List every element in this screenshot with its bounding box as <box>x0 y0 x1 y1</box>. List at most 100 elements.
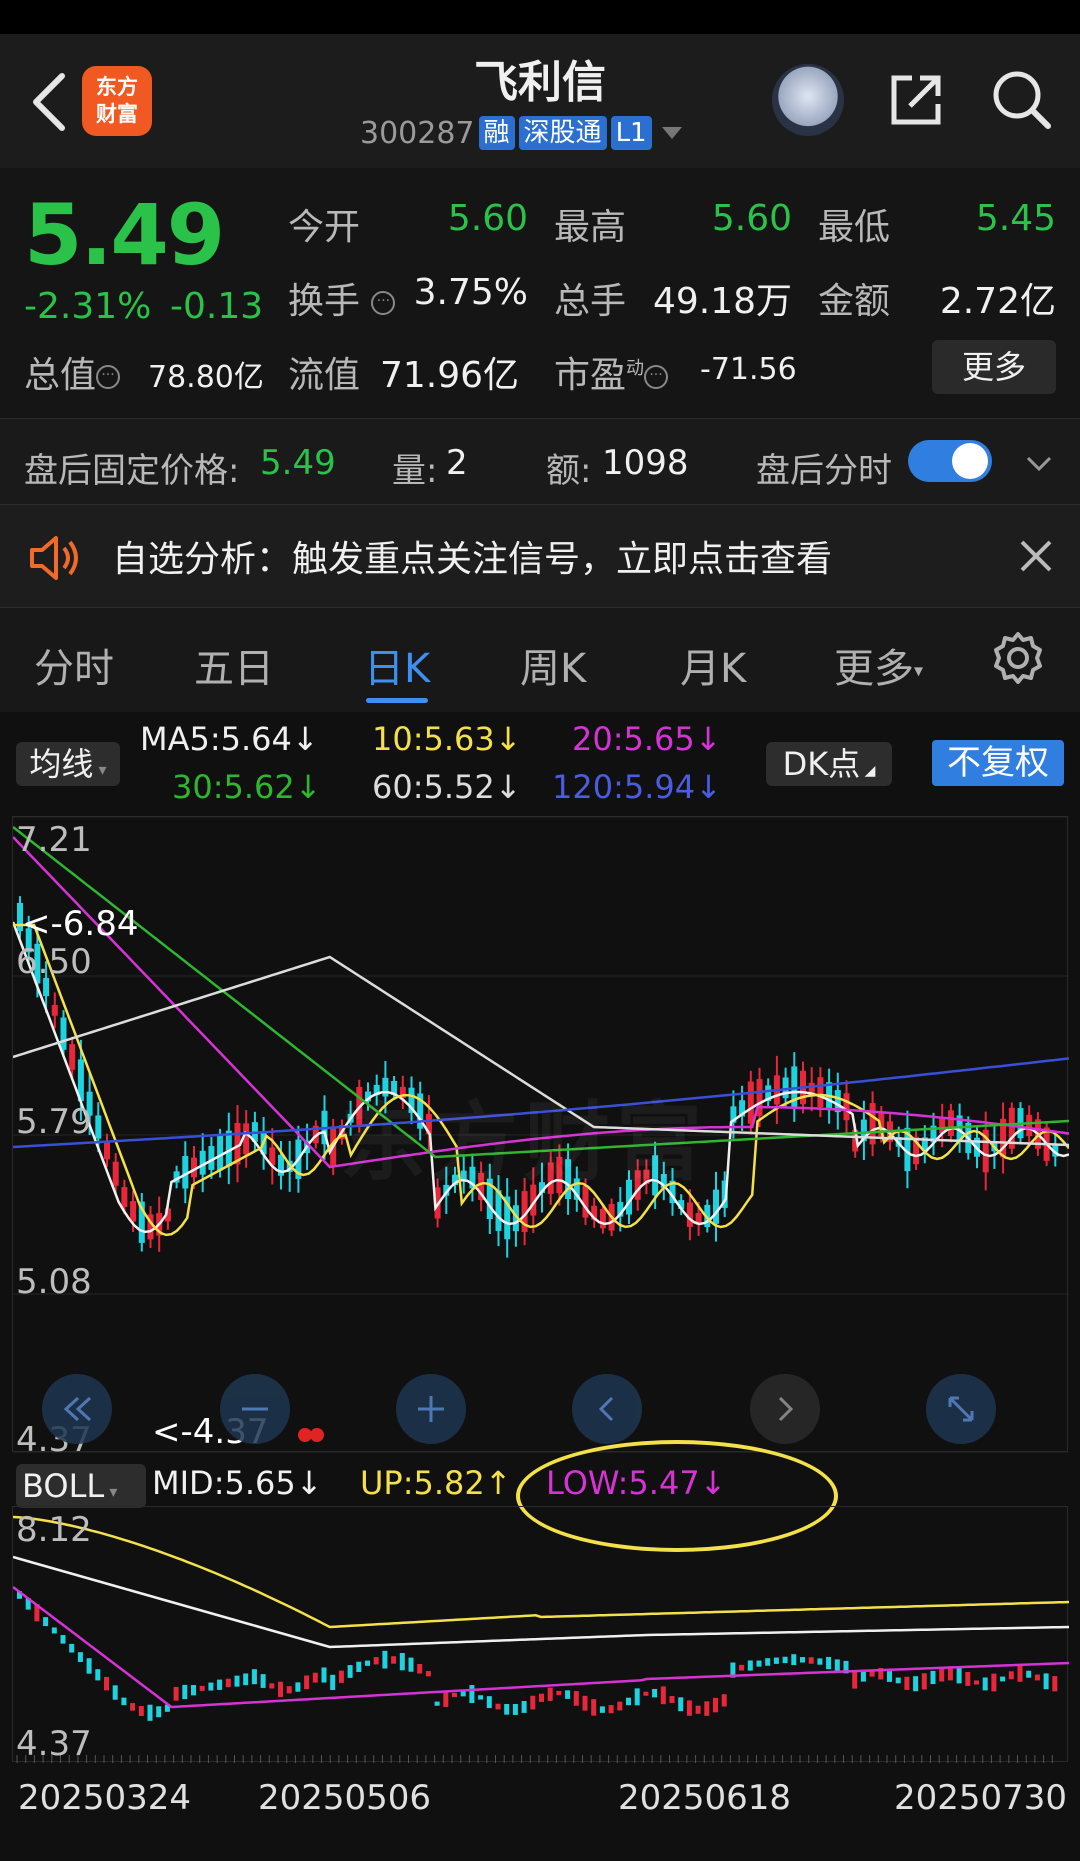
boll-candle <box>773 1657 779 1664</box>
boll-candle <box>913 1676 919 1692</box>
tag-connect: 深股通 <box>518 116 607 150</box>
boll-candle <box>669 1696 675 1703</box>
boll-candle <box>417 1663 423 1674</box>
boll-candle <box>469 1685 475 1704</box>
boll-candle <box>278 1681 283 1697</box>
boll-candle <box>69 1643 75 1653</box>
open-label: 今开 <box>288 207 361 248</box>
boll-candle <box>495 1703 501 1710</box>
volume-value: 49.18万 <box>652 281 792 322</box>
max-price-mark: <-6.84 <box>22 904 139 944</box>
assistant-robot-icon[interactable] <box>772 64 844 136</box>
tab-weekly-k[interactable]: 周K <box>520 636 586 694</box>
scroll-left-fast-button[interactable] <box>42 1374 112 1444</box>
search-icon[interactable] <box>990 68 1052 130</box>
boll-candle <box>521 1700 527 1713</box>
boll-candle <box>43 1617 49 1627</box>
boll-candle <box>930 1670 936 1685</box>
boll-candle <box>373 1657 379 1665</box>
pe-value: -71.56 <box>700 352 797 387</box>
boll-candle <box>138 1705 144 1717</box>
app-logo[interactable]: 东方 财富 <box>82 66 152 136</box>
speaker-icon <box>30 536 78 580</box>
boll-candle <box>391 1656 397 1664</box>
tab-monthly-k[interactable]: 月K <box>680 636 746 694</box>
boll-chart[interactable] <box>12 1506 1070 1763</box>
scroll-right-button[interactable] <box>750 1374 820 1444</box>
boll-candle <box>408 1657 414 1672</box>
boll-candle <box>156 1706 162 1718</box>
indicator-selector[interactable]: BOLL ▾ <box>16 1464 146 1508</box>
after-hours-toggle[interactable] <box>908 440 992 482</box>
boll-candle <box>956 1667 962 1684</box>
boll-candle <box>121 1697 127 1706</box>
boll-candle <box>565 1690 571 1699</box>
info-icon[interactable]: ··· <box>371 291 396 315</box>
zoom-out-button[interactable] <box>220 1374 290 1444</box>
gear-icon[interactable] <box>990 630 1046 686</box>
boll-canvas <box>12 1515 1070 1763</box>
stock-subline[interactable]: 300287 融 深股通 L1 <box>360 112 682 154</box>
ma10-value: 10:5.63↓ <box>372 720 522 758</box>
boll-low-line <box>12 1586 1070 1709</box>
boll-candle <box>399 1653 405 1671</box>
ma30-value: 30:5.62↓ <box>172 768 322 806</box>
boll-candle <box>199 1685 205 1691</box>
more-quote-button[interactable]: 更多 <box>932 340 1056 394</box>
candle-body <box>121 1187 128 1207</box>
ma-selector[interactable]: 均线 ▾ <box>16 742 120 786</box>
candle-body <box>51 1004 58 1016</box>
dk-point-button[interactable]: DK点 ◢ <box>766 742 892 786</box>
share-icon[interactable] <box>886 70 946 130</box>
fullscreen-button[interactable] <box>926 1374 996 1444</box>
boll-candle <box>695 1705 701 1714</box>
boll-candle <box>747 1660 753 1671</box>
notice-text[interactable]: 自选分析：触发重点关注信号，立即点击查看 <box>112 530 832 582</box>
boll-candle <box>86 1658 92 1674</box>
date-label: 20250618 <box>618 1778 792 1818</box>
boll-candle <box>686 1700 692 1716</box>
volume-label: 总手 <box>554 281 627 322</box>
info-icon[interactable]: ··· <box>644 365 669 389</box>
chevron-down-icon[interactable] <box>1024 448 1054 478</box>
boll-candle <box>556 1690 562 1696</box>
info-icon[interactable]: ··· <box>96 365 121 389</box>
boll-candle <box>321 1667 327 1683</box>
boll-candle <box>434 1701 440 1706</box>
tab-daily-k[interactable]: 日K <box>364 636 430 694</box>
boll-candle <box>652 1688 658 1698</box>
boll-candle <box>225 1678 231 1688</box>
candle-body <box>599 1208 606 1229</box>
boll-candle <box>1017 1664 1023 1682</box>
candle-body <box>60 1017 67 1050</box>
boll-candle <box>486 1696 492 1709</box>
mktcap-value: 78.80亿 <box>148 360 264 395</box>
tab-more[interactable]: 更多▾ <box>834 636 923 694</box>
event-dot[interactable] <box>310 1428 324 1442</box>
status-bar <box>0 0 1080 34</box>
low-value: 5.45 <box>975 198 1056 239</box>
zoom-in-button[interactable] <box>396 1374 466 1444</box>
boll-candle <box>974 1680 979 1685</box>
boll-candle <box>895 1677 901 1684</box>
amount-label: 金额 <box>818 281 891 322</box>
scroll-left-button[interactable] <box>572 1374 642 1444</box>
after-toggle-label: 盘后分时 <box>756 451 892 491</box>
boll-candle <box>217 1679 223 1690</box>
boll-candle <box>147 1704 153 1721</box>
boll-candle <box>112 1685 118 1700</box>
back-arrow-icon[interactable] <box>22 60 82 140</box>
boll-candle <box>991 1673 997 1692</box>
boll-candle <box>382 1650 388 1669</box>
close-icon[interactable] <box>1016 536 1056 576</box>
after-amt-label: 额: <box>546 451 592 491</box>
boll-candle <box>1008 1671 1014 1680</box>
tab-five-day[interactable]: 五日 <box>194 636 274 694</box>
tab-intraday[interactable]: 分时 <box>34 636 114 694</box>
adjust-mode-button[interactable]: 不复权 <box>932 740 1064 786</box>
boll-candle <box>425 1671 431 1677</box>
boll-candle <box>330 1674 336 1690</box>
candle-body <box>130 1201 137 1222</box>
y-label-3: 5.79 <box>16 1102 92 1142</box>
candle-body <box>243 1123 250 1155</box>
